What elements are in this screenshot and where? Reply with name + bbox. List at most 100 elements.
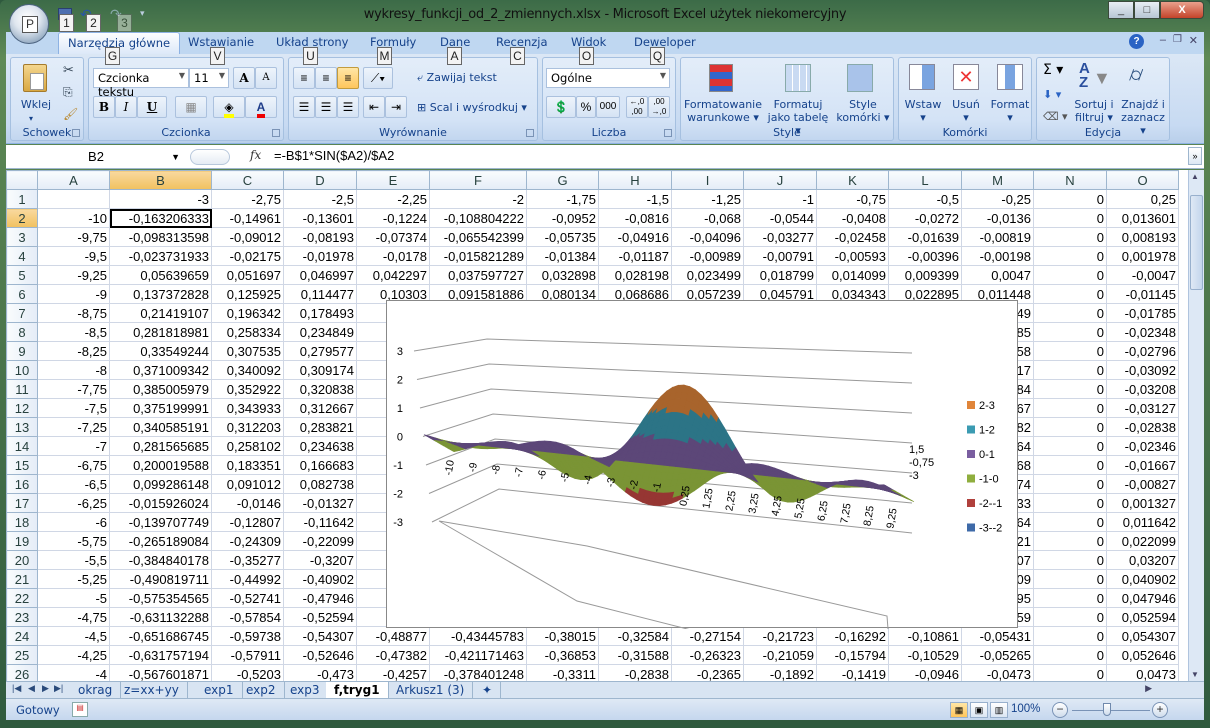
surface-chart[interactable]: 3 2 1 0 -1 -2 -3 -10 -9 -8 -7 -6 -5 -4 -3 -2 -1 0,25 1,25 2… (386, 300, 1018, 629)
column-header-h[interactable]: H (598, 170, 672, 190)
row-header[interactable]: 18 (6, 512, 38, 532)
cell-C24[interactable]: -0,59738 (211, 626, 284, 646)
cell-D21[interactable]: -0,40902 (283, 569, 357, 589)
cell-L4[interactable]: -0,00396 (888, 246, 962, 266)
row-header[interactable]: 20 (6, 550, 38, 570)
cell-A6[interactable]: -9 (37, 284, 110, 304)
cell-K1[interactable]: -0,75 (816, 189, 889, 209)
cell-F24[interactable]: -0,43445783 (429, 626, 527, 646)
page-break-view-button[interactable]: ▥ (990, 702, 1008, 718)
cell-I4[interactable]: -0,00989 (671, 246, 744, 266)
cell-O26[interactable]: 0,0473 (1106, 664, 1179, 681)
cell-N18[interactable]: 0 (1033, 512, 1107, 532)
cell-C13[interactable]: 0,312203 (211, 417, 284, 437)
row-header[interactable]: 15 (6, 455, 38, 475)
formula-bar-resize-handle[interactable] (190, 149, 230, 165)
cell-E25[interactable]: -0,47382 (356, 645, 430, 665)
cell-I25[interactable]: -0,26323 (671, 645, 744, 665)
row-header[interactable]: 26 (6, 664, 38, 681)
cell-C17[interactable]: -0,0146 (211, 493, 284, 513)
cell-D7[interactable]: 0,178493 (283, 303, 357, 323)
maximize-button[interactable]: □ (1134, 1, 1160, 19)
clear-button[interactable]: ⌫ ▾ (1043, 110, 1068, 123)
cell-A25[interactable]: -4,25 (37, 645, 110, 665)
cell-K2[interactable]: -0,0408 (816, 208, 889, 228)
cell-C2[interactable]: -0,14961 (211, 208, 284, 228)
cell-L25[interactable]: -0,10529 (888, 645, 962, 665)
cell-D25[interactable]: -0,52646 (283, 645, 357, 665)
cell-N24[interactable]: 0 (1033, 626, 1107, 646)
cell-M24[interactable]: -0,05431 (961, 626, 1034, 646)
orientation-button[interactable]: ⟋▾ (363, 67, 393, 89)
row-header[interactable]: 6 (6, 284, 38, 304)
cell-C16[interactable]: 0,091012 (211, 474, 284, 494)
cell-L26[interactable]: -0,0946 (888, 664, 962, 681)
cell-A11[interactable]: -7,75 (37, 379, 110, 399)
cell-N6[interactable]: 0 (1033, 284, 1107, 304)
row-header[interactable]: 1 (6, 189, 38, 209)
cell-D1[interactable]: -2,5 (283, 189, 357, 209)
font-size-select[interactable]: 11 ▼ (189, 68, 229, 88)
zoom-out-button[interactable]: − (1052, 702, 1068, 718)
cell-B15[interactable]: 0,200019588 (109, 455, 212, 475)
sheet-tab[interactable]: exp3 (282, 682, 329, 698)
cell-O4[interactable]: 0,001978 (1106, 246, 1179, 266)
increase-decimal-button[interactable]: ←,0 ,00 (626, 96, 648, 118)
row-header[interactable]: 5 (6, 265, 38, 285)
fill-button[interactable]: ⬇ ▾ (1043, 88, 1061, 101)
ribbon-minimize-icon[interactable]: – (1160, 34, 1166, 46)
sheet-tab[interactable]: z=xx+yy (116, 682, 188, 698)
cell-C14[interactable]: 0,258102 (211, 436, 284, 456)
cell-D24[interactable]: -0,54307 (283, 626, 357, 646)
cell-O17[interactable]: 0,001327 (1106, 493, 1179, 513)
cell-L24[interactable]: -0,10861 (888, 626, 962, 646)
cell-N8[interactable]: 0 (1033, 322, 1107, 342)
normal-view-button[interactable]: ▦ (950, 702, 968, 718)
cell-K26[interactable]: -0,1419 (816, 664, 889, 681)
cell-B4[interactable]: -0,023731933 (109, 246, 212, 266)
cell-J4[interactable]: -0,00791 (743, 246, 817, 266)
cell-B14[interactable]: 0,281565685 (109, 436, 212, 456)
cell-O25[interactable]: 0,052646 (1106, 645, 1179, 665)
cell-D15[interactable]: 0,166683 (283, 455, 357, 475)
cell-N11[interactable]: 0 (1033, 379, 1107, 399)
cell-C23[interactable]: -0,57854 (211, 607, 284, 627)
row-header[interactable]: 8 (6, 322, 38, 342)
name-box[interactable]: B2 ▼ (8, 147, 184, 167)
row-header[interactable]: 16 (6, 474, 38, 494)
cell-C3[interactable]: -0,09012 (211, 227, 284, 247)
cell-B18[interactable]: -0,139707749 (109, 512, 212, 532)
cell-F26[interactable]: -0,378401248 (429, 664, 527, 681)
cell-B16[interactable]: 0,099286148 (109, 474, 212, 494)
cell-C12[interactable]: 0,343933 (211, 398, 284, 418)
sheet-tab[interactable]: okrag (70, 682, 122, 698)
prev-sheet-icon[interactable]: ◀ (28, 683, 35, 694)
cell-A21[interactable]: -5,25 (37, 569, 110, 589)
formula-input[interactable]: =-B$1*SIN($A2)/$A2 (274, 148, 394, 163)
cell-N17[interactable]: 0 (1033, 493, 1107, 513)
underline-button[interactable]: U (137, 96, 167, 118)
close-button[interactable]: X (1160, 1, 1204, 19)
cell-O9[interactable]: -0,02796 (1106, 341, 1179, 361)
cell-A18[interactable]: -6 (37, 512, 110, 532)
cell-D26[interactable]: -0,473 (283, 664, 357, 681)
cell-C22[interactable]: -0,52741 (211, 588, 284, 608)
row-header[interactable]: 23 (6, 607, 38, 627)
bold-button[interactable]: B (93, 96, 115, 118)
cell-D8[interactable]: 0,234849 (283, 322, 357, 342)
row-header[interactable]: 10 (6, 360, 38, 380)
cell-K3[interactable]: -0,02458 (816, 227, 889, 247)
cell-A22[interactable]: -5 (37, 588, 110, 608)
row-header[interactable]: 17 (6, 493, 38, 513)
cell-J3[interactable]: -0,03277 (743, 227, 817, 247)
cell-M2[interactable]: -0,0136 (961, 208, 1034, 228)
cell-J25[interactable]: -0,21059 (743, 645, 817, 665)
decrease-indent-button[interactable]: ⇤ (363, 96, 385, 118)
cell-O20[interactable]: 0,03207 (1106, 550, 1179, 570)
cell-B23[interactable]: -0,631132288 (109, 607, 212, 627)
cell-E3[interactable]: -0,07374 (356, 227, 430, 247)
cell-F2[interactable]: -0,108804222 (429, 208, 527, 228)
sort-filter-button[interactable]: Sortuj i filtruj ▾ (1069, 98, 1119, 124)
cell-H24[interactable]: -0,32584 (598, 626, 672, 646)
cell-E4[interactable]: -0,0178 (356, 246, 430, 266)
